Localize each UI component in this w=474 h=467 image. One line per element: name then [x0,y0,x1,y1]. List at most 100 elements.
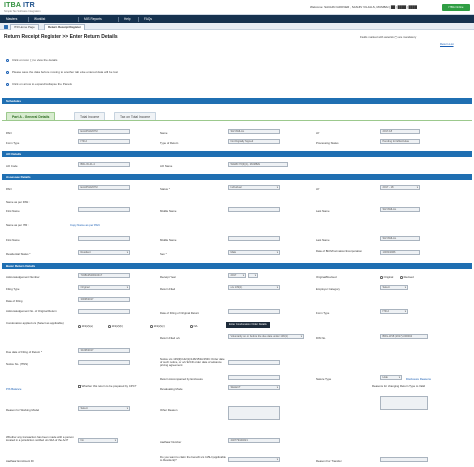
last-name-itr-label: Last Name [316,238,330,242]
employer-category-select[interactable]: Select [380,285,408,290]
radio-icon [150,324,153,328]
ao-details-panel-header[interactable]: AO Details [2,151,472,157]
tab-total-income[interactable]: Total Income [74,112,106,120]
revised-radio[interactable]: Revised [400,275,414,279]
due-date-field[interactable]: 31/08/2017 [78,348,130,353]
tab-return-receipt-register[interactable]: Return Receipt Register [44,24,85,30]
reason-transfer-label: Reason For Transfer [316,459,342,463]
working-model-select[interactable]: Select [78,406,130,411]
checkbox-icon [78,385,81,388]
condonation-119-2-b[interactable]: 119(2)(b) [108,324,123,328]
sex-select[interactable]: Male [228,250,280,255]
return-list-link[interactable]: Return List [440,42,454,46]
ack-orig-field[interactable] [78,309,130,314]
itba-online-button[interactable]: ITBA Online [442,4,470,11]
first-name-field[interactable] [78,207,130,212]
basic-return-panel-header[interactable]: Basic Return Details [2,263,472,269]
return-filed-select[interactable]: u/s 139(1) [228,285,280,290]
reason-transfer-field[interactable] [380,457,428,462]
dof-orig-field[interactable] [228,309,280,314]
page-title: Return Receipt Register >> Enter Return … [4,34,118,40]
jurisdiction-select[interactable]: No [78,438,118,443]
processing-status-field[interactable]: Pending for Effectivitas [380,139,420,144]
form-type2-select[interactable]: ITR-2 [380,309,408,314]
condonation-na[interactable]: NA [190,324,197,328]
processing-status-label: Processing Status [316,141,339,145]
assessee-details-panel-header[interactable]: Assessee Details [2,174,472,180]
ack-no-field[interactable]: 734812520010417 [78,273,130,278]
menu-mis-reports[interactable]: MIS Reports [84,15,102,23]
return-enclosure-field[interactable] [228,375,280,380]
aadhaar-label: Aadhaar Number [160,440,182,444]
window-tabs: ITR Home Page Return Receipt Register [0,23,474,30]
name-label: Name [160,131,168,135]
schedules-panel-header[interactable]: Schedules [2,98,472,104]
condonation-119-2-c[interactable]: 119(2)(c) [150,324,165,328]
middle-name-field[interactable] [228,207,280,212]
filing-type-select[interactable]: Original [78,285,130,290]
reason-change-textarea[interactable] [380,396,428,410]
name-as-per-itr-label: Name as per ITR : [6,223,29,227]
notice-order-label: Notice u/s 139(9)/142(1)/148/153A/153C O… [160,357,225,368]
date-of-filing-field[interactable]: 30/08/2017 [78,297,130,302]
tab-tax-on-total-income[interactable]: Tax on Total Income [114,112,157,120]
type-of-return-label: Type of Return [160,141,179,145]
info-line: Click on icon ( ) to view the details [6,58,57,62]
first-name-label: First Name [6,209,20,213]
receipt-year-label: Receipt Year [160,275,176,279]
middle-name-itr-field[interactable] [228,236,280,241]
revaluating-mode-select[interactable]: SELECT [228,385,280,390]
menu-faqs[interactable]: FAQs [144,15,152,23]
pan-field[interactable]: EAHPG0207M [78,129,130,134]
form-type-field[interactable]: ITR-2 [78,139,130,144]
condonation-order-button[interactable]: Enter Condonation Order Details [226,322,270,328]
notice-order-field[interactable] [228,360,280,365]
other-reason-textarea[interactable] [228,406,280,420]
tab-itr-home[interactable]: ITR Home Page [10,24,39,30]
mandatory-note: Fields marked with asterisk (*) are mand… [360,35,417,39]
menu-masters[interactable]: Masters [6,15,17,23]
radio-icon [190,324,193,328]
menu-help[interactable]: Help [124,15,131,23]
assessee-status-select[interactable]: Individual [228,185,280,190]
home-icon[interactable] [4,24,8,29]
copy-name-link[interactable]: Copy Name as per PAN [70,223,100,227]
notice-no-field[interactable] [78,360,130,365]
app-header: ITBA ITR Simple Tax Software Integration… [0,0,474,15]
ao-code-field[interactable]: BRL-W-41-4 [78,162,130,167]
ao-name-field[interactable]: WARD 70(3)(1), MUMBAI [228,162,288,167]
info-icon [6,70,9,74]
receipt-year-select[interactable]: 2017 [228,273,246,278]
receipt-year-suffix-select[interactable] [248,273,258,278]
tab-part-a-general[interactable]: Part A - General Details [6,112,56,120]
return-filed-label: Return Filed [160,287,176,291]
aadhaar-field[interactable]: 432779444621 [228,438,280,443]
condonation-119-2-a[interactable]: 119(2)(a) [78,324,93,328]
middle-name-itr-label: Middle Name [160,238,177,242]
pis-balance-link[interactable]: PIS Balance [6,387,21,391]
assessee-pan-field[interactable]: EAHPG0207M [78,185,130,190]
dob-label: Date of Birth/Formation/Incorporation [316,249,363,253]
cpc-question[interactable]: Whether this return to be prepared by CP… [78,384,146,388]
welcome-text: Welcome: SACHIN GROVER , SANJIV VILJALS,… [310,5,418,9]
disclosure-link[interactable]: Disclosure Reasons [406,377,431,381]
nature-type-select[interactable]: Hide [380,375,402,380]
last-name-itr-field[interactable]: SHYAMLAL [380,236,420,241]
assessee-ay-select[interactable]: 2017 - 18 [380,185,420,190]
menu-worklist[interactable]: Worklist [34,15,45,23]
benefit-select[interactable] [228,457,280,462]
type-of-return-field[interactable]: Not Digitally Signed [228,139,280,144]
dob-field[interactable]: 10/03/1966 [380,250,420,255]
residential-status-label: Residential Status * [6,252,31,256]
din-field[interactable]: BRG-W18 (2017)-000004 [380,334,428,339]
first-name-itr-field[interactable] [78,236,130,241]
return-filed-us-select[interactable]: Voluntarily on or before the due date un… [228,334,304,339]
original-radio[interactable]: Original [380,275,393,279]
last-name-field[interactable]: SHYAMLAL [380,207,420,212]
nature-type-label: Nature Type [316,377,332,381]
name-field[interactable]: SHYAMLAL [228,129,280,134]
residential-status-select[interactable]: Resident [78,250,130,255]
jurisdiction-question-label: Whether any transaction has been made wi… [6,435,74,443]
ack-no-label: Acknowledgement Number [6,275,40,279]
ay-field[interactable]: 2017-18 [380,129,420,134]
